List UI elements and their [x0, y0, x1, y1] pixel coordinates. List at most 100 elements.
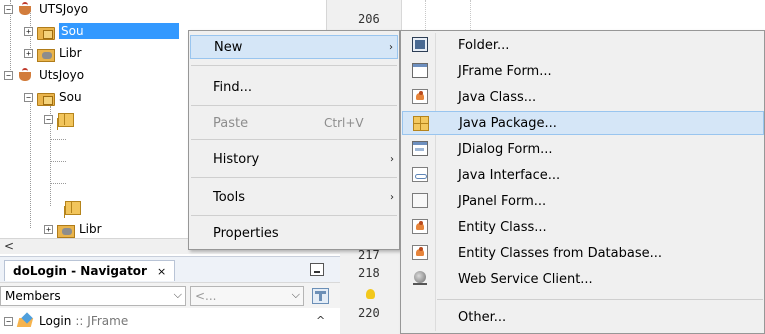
submenu-item-folder[interactable]: Folder...	[402, 33, 764, 57]
menu-item-label: Find...	[213, 79, 253, 95]
tree-connector	[30, 96, 31, 228]
libraries-icon	[57, 222, 75, 238]
filter-icon[interactable]	[312, 288, 329, 304]
submenu-item-entity-classes-db[interactable]: Entity Classes from Database...	[402, 241, 764, 265]
menu-item-find[interactable]: Find...	[190, 75, 398, 99]
tree-connector	[50, 183, 66, 184]
members-dropdown[interactable]: Members ⌵	[0, 286, 186, 306]
submenu-item-java-package[interactable]: Java Package...	[402, 111, 764, 135]
filter-dropdown[interactable]: <... ⌵	[190, 286, 304, 306]
tree-node-label: Sou	[59, 23, 179, 39]
chevron-down-icon: ⌵	[291, 288, 300, 301]
entity-class-icon	[412, 219, 428, 234]
source-packages-icon	[37, 24, 55, 40]
submenu-item-label: Other...	[458, 309, 507, 325]
submenu-item-java-class[interactable]: Java Class...	[402, 85, 764, 109]
package-icon	[64, 200, 82, 215]
submenu-item-jframe-form[interactable]: JFrame Form...	[402, 59, 764, 83]
submenu-item-java-interface[interactable]: Java Interface...	[402, 163, 764, 187]
minimize-icon[interactable]	[310, 263, 324, 276]
close-icon[interactable]: ×	[157, 265, 166, 278]
entity-classes-db-icon	[412, 245, 428, 260]
expand-toggle[interactable]: +	[44, 224, 53, 234]
submenu-item-label: JFrame Form...	[458, 63, 552, 79]
navigator-toolbar: Members ⌵ <... ⌵	[0, 282, 340, 308]
submenu-item-label: Web Service Client...	[458, 271, 593, 287]
menu-separator	[191, 215, 397, 216]
expand-toggle[interactable]: −	[4, 70, 13, 80]
package-icon	[57, 112, 75, 127]
navigator-node-root[interactable]: − Login :: JFrame	[4, 310, 128, 332]
java-package-icon	[413, 116, 429, 131]
submenu-item-label: Java Package...	[459, 115, 557, 131]
scroll-up-icon[interactable]: ^	[316, 314, 325, 327]
submenu-item-other[interactable]: Other...	[402, 305, 764, 329]
expand-toggle[interactable]: −	[4, 316, 13, 326]
tree-node-source-packages[interactable]: − Sou	[24, 86, 82, 108]
jframe-form-icon	[412, 63, 428, 78]
expand-toggle[interactable]: −	[4, 4, 13, 14]
tree-connector	[50, 139, 66, 140]
submenu-item-label: Java Class...	[458, 89, 537, 105]
tree-node-label: Libr	[59, 46, 82, 60]
menu-item-label: History	[213, 151, 260, 167]
tree-node-label: Libr	[79, 222, 102, 236]
menu-item-tools[interactable]: Tools ›	[190, 185, 398, 209]
menu-item-properties[interactable]: Properties	[190, 221, 398, 245]
tree-node-package[interactable]	[64, 196, 86, 218]
menu-separator	[191, 105, 397, 106]
tree-node-libraries[interactable]: + Libr	[44, 218, 102, 238]
submenu-item-jpanel-form[interactable]: JPanel Form...	[402, 189, 764, 213]
new-submenu: Folder... JFrame Form... Java Class... J…	[400, 30, 765, 334]
tree-connector	[50, 161, 66, 162]
tree-node-libraries[interactable]: + Libr	[24, 42, 82, 64]
jframe-form-icon	[17, 314, 35, 328]
members-dropdown-value: Members	[5, 289, 61, 303]
tree-node-project[interactable]: − UTSJoyo	[4, 0, 88, 20]
menu-item-label: Tools	[213, 189, 246, 205]
tree-node-project[interactable]: − UtsJoyo	[4, 64, 84, 86]
chevron-down-icon: ⌵	[173, 288, 182, 301]
submenu-item-label: JPanel Form...	[458, 193, 547, 209]
submenu-item-label: JDialog Form...	[458, 141, 553, 157]
submenu-item-web-service-client[interactable]: Web Service Client...	[402, 267, 764, 291]
menu-separator	[191, 139, 397, 140]
menu-item-history[interactable]: History ›	[190, 147, 398, 171]
lightbulb-hint-icon[interactable]	[366, 289, 375, 299]
java-interface-icon	[412, 167, 428, 182]
menu-item-shortcut: Ctrl+V	[324, 116, 364, 130]
menu-item-label: Properties	[213, 225, 279, 241]
expand-toggle[interactable]: −	[44, 114, 53, 124]
java-class-icon	[412, 89, 428, 104]
menu-item-paste[interactable]: Paste Ctrl+V	[190, 111, 398, 135]
tree-node-source-packages[interactable]: + Sou	[24, 20, 179, 42]
navigator-tree[interactable]: − Login :: JFrame ^	[0, 308, 340, 334]
submenu-arrow-icon: ›	[390, 191, 394, 203]
submenu-arrow-icon: ›	[389, 41, 393, 53]
context-menu: New › Find... Paste Ctrl+V History › Too…	[188, 30, 400, 250]
navigator-tab-title: doLogin - Navigator	[13, 264, 147, 278]
expand-toggle[interactable]: +	[24, 48, 33, 58]
scroll-left-icon[interactable]: <	[4, 239, 14, 253]
navigator-header: doLogin - Navigator ×	[0, 256, 340, 282]
menu-item-label: Paste	[213, 115, 249, 131]
submenu-item-label: Java Interface...	[458, 167, 561, 183]
expand-toggle[interactable]: −	[24, 92, 33, 102]
navigator-tab[interactable]: doLogin - Navigator ×	[4, 260, 176, 281]
line-number: 217	[358, 248, 380, 262]
line-number: 218	[358, 266, 380, 280]
menu-item-new[interactable]: New ›	[190, 35, 398, 59]
submenu-item-entity-class[interactable]: Entity Class...	[402, 215, 764, 239]
source-packages-icon	[37, 90, 55, 106]
tree-node-label: UTSJoyo	[39, 2, 89, 16]
navigator-node-type: :: JFrame	[75, 314, 129, 328]
folder-icon	[412, 37, 428, 52]
tree-node-package[interactable]: −	[44, 108, 79, 130]
expand-toggle[interactable]: +	[24, 26, 33, 36]
submenu-item-jdialog-form[interactable]: JDialog Form...	[402, 137, 764, 161]
jpanel-form-icon	[412, 193, 428, 208]
line-number: 206	[358, 12, 380, 26]
project-cup-icon	[17, 2, 35, 16]
libraries-icon	[37, 46, 55, 62]
project-cup-icon	[17, 68, 35, 82]
